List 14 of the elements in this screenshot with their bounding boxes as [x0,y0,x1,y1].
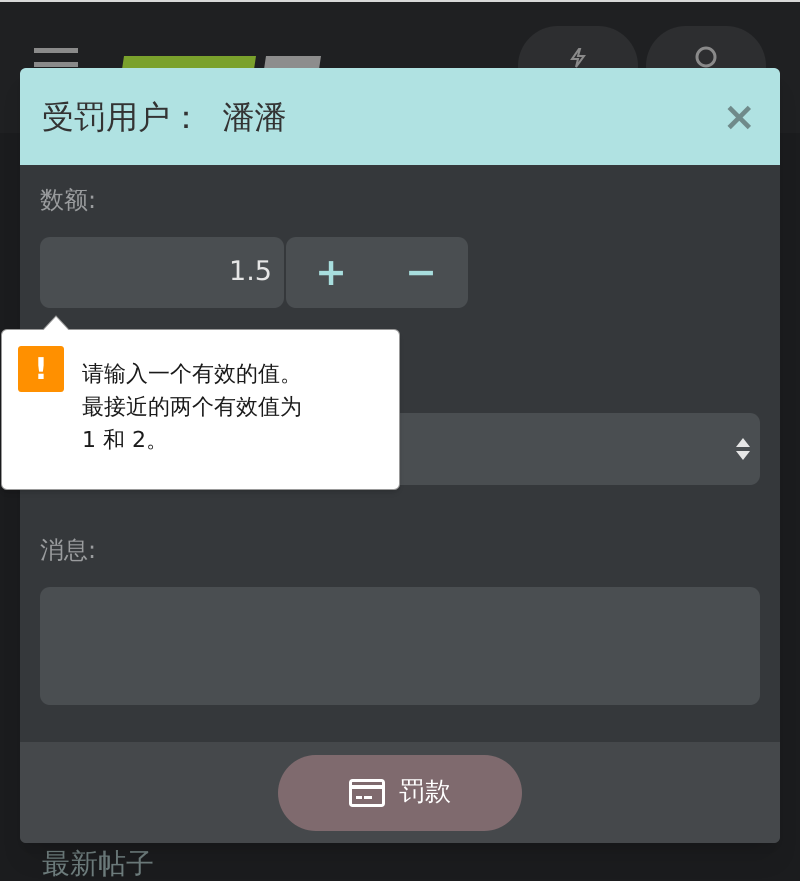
message-label: 消息: [40,535,98,565]
decrement-button[interactable]: − [376,237,466,308]
amount-label: 数额: [40,185,98,215]
search-icon [695,46,717,68]
bolt-icon [570,48,586,68]
fine-button[interactable]: 罚款 [278,754,522,830]
credit-card-icon [349,778,385,806]
amount-field[interactable]: 1.5 [40,237,284,308]
warning-icon: ! [18,346,64,392]
section-title: 最新帖子 [42,846,154,881]
sort-icon [736,438,750,460]
increment-button[interactable]: + [286,237,376,308]
validation-message: 请输入一个有效的值。 最接近的两个有效值为 1 和 2。 [82,361,302,455]
dialog-title: 受罚用户： 潘潘 [42,96,286,138]
